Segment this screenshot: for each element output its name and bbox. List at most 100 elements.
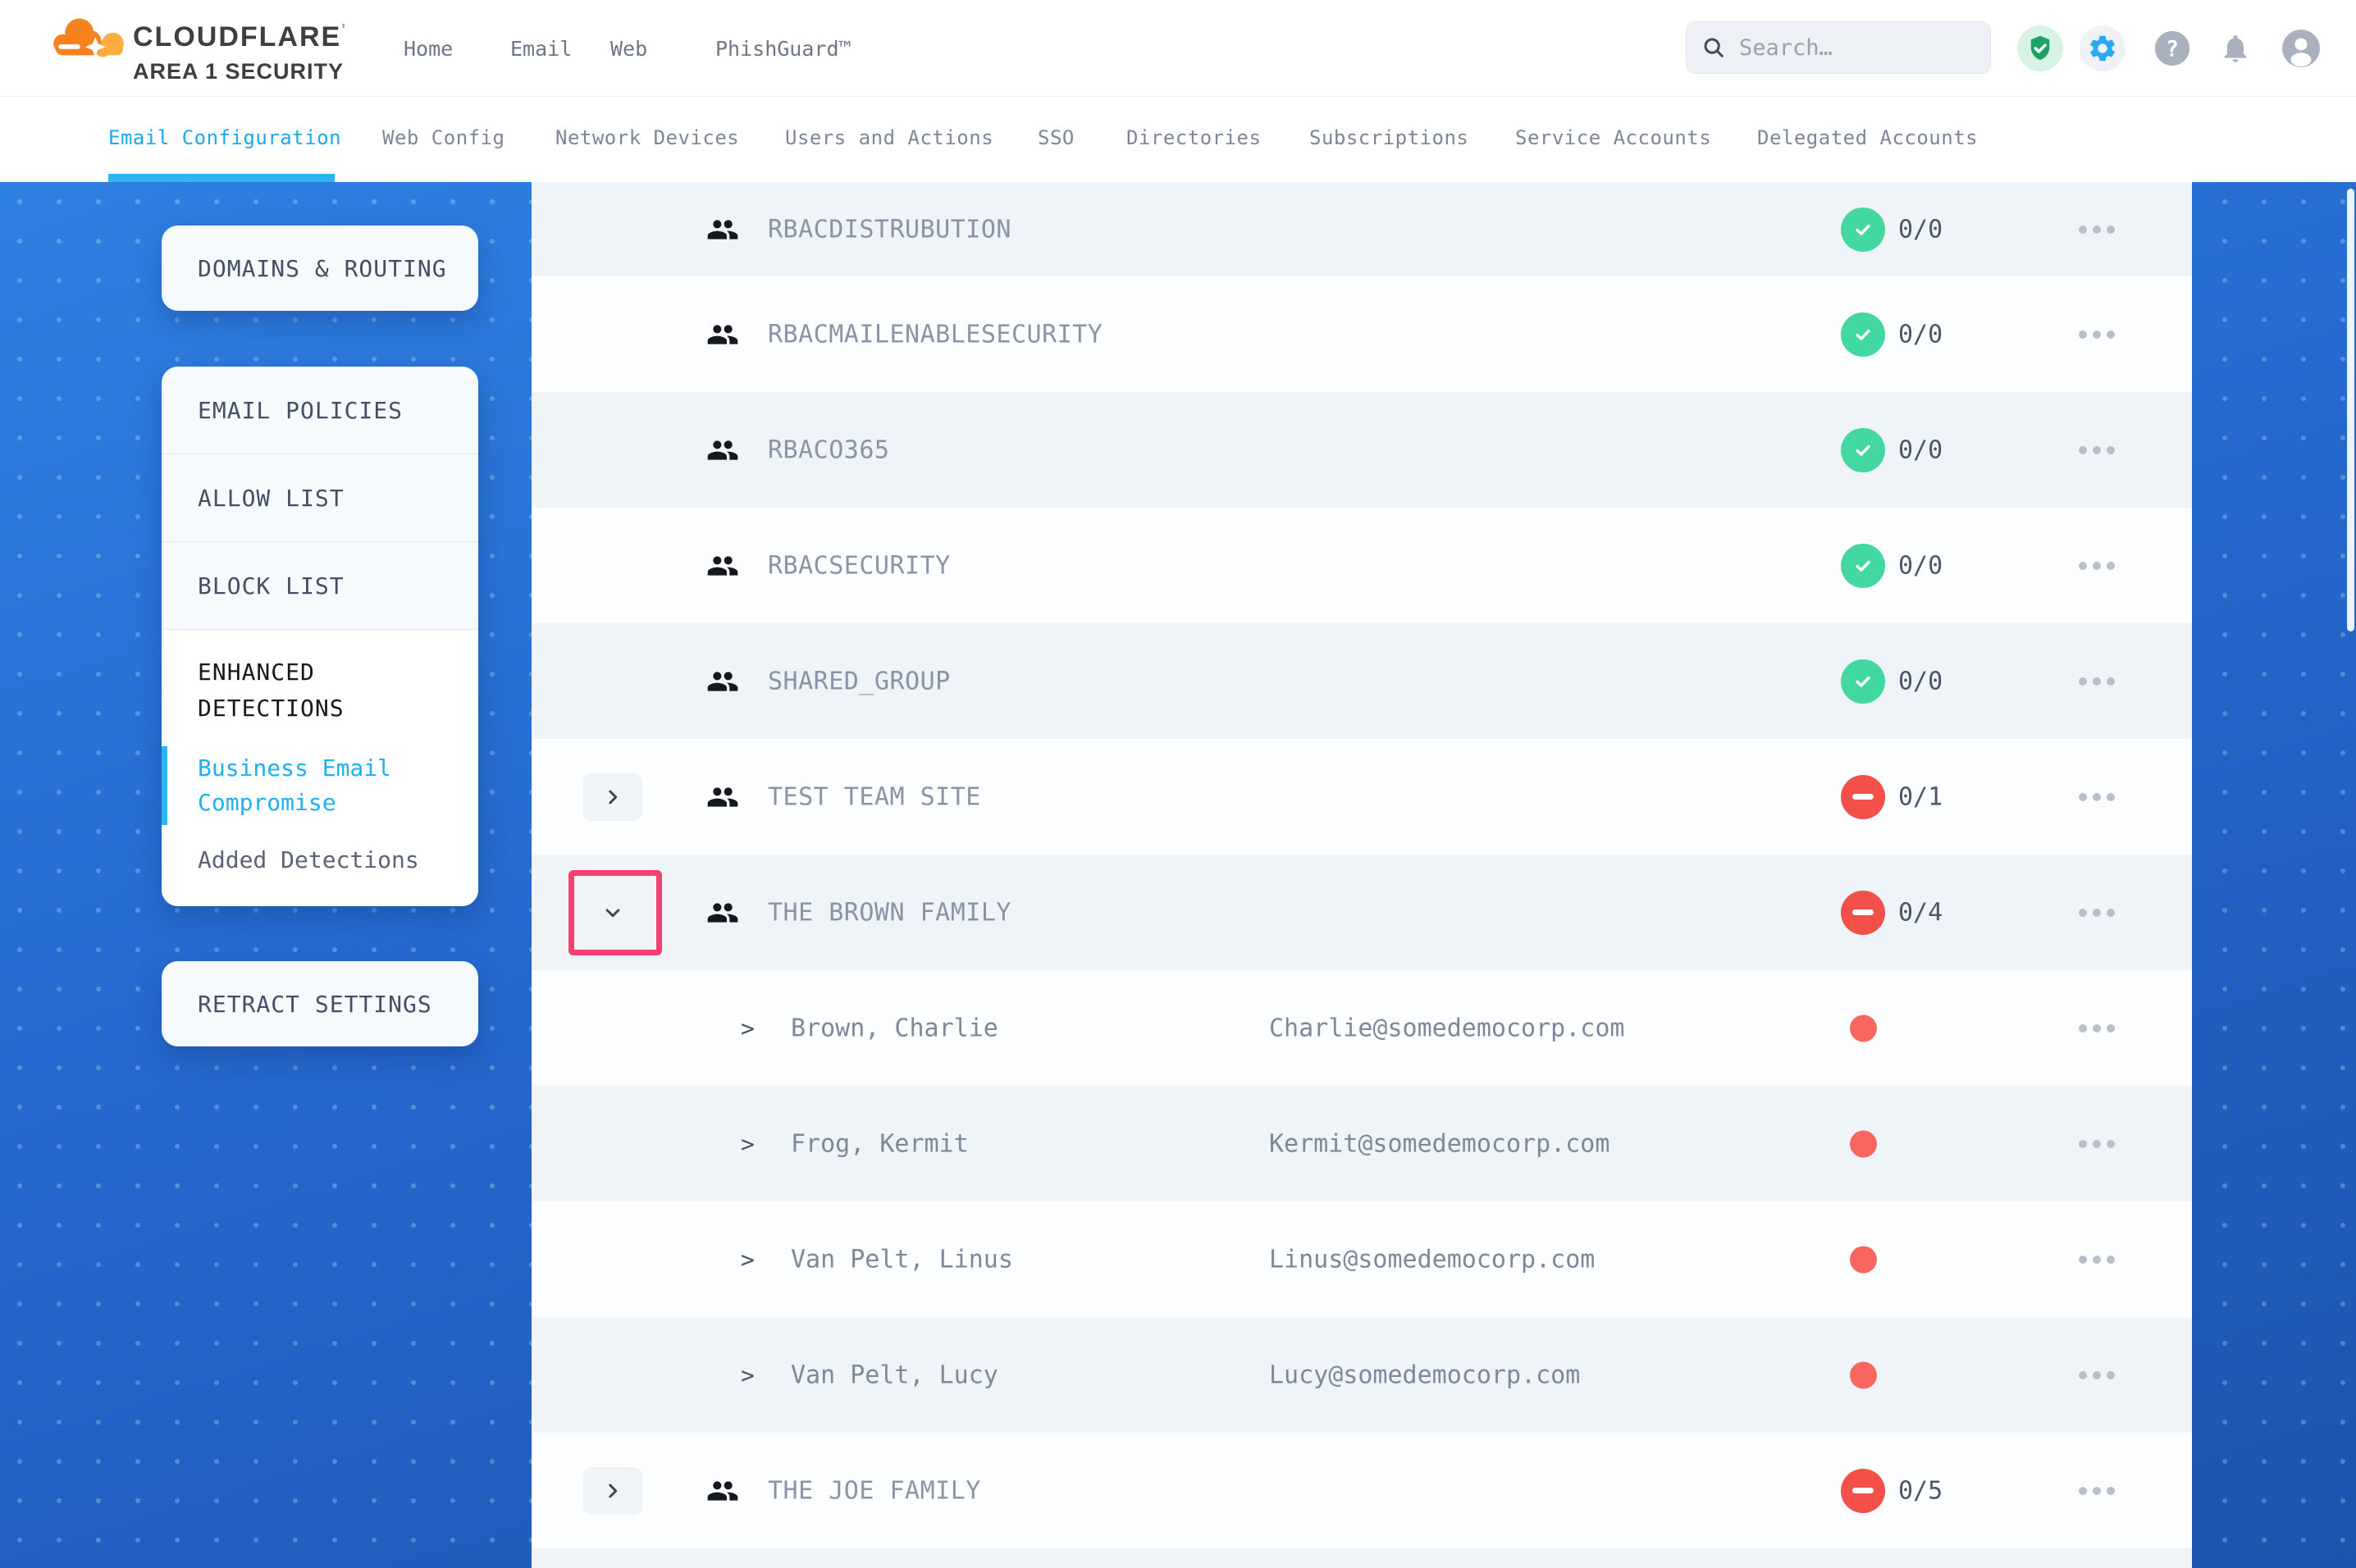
status-blocked-badge xyxy=(1841,1469,1885,1513)
group-people-icon xyxy=(706,896,739,929)
table-row-member: > Van Pelt, Linus Linus@somedemocorp.com xyxy=(532,1201,2192,1317)
brand-subtitle: AREA 1 SECURITY xyxy=(133,59,345,84)
member-count: 0/1 xyxy=(1898,782,1943,811)
status-blocked-badge xyxy=(1841,775,1885,819)
page-background: DOMAINS & ROUTING EMAIL POLICIES ALLOW L… xyxy=(0,182,2356,1568)
table-row-member: > Brown, Charlie Charlie@somedemocorp.co… xyxy=(532,970,2192,1086)
status-blocked-badge xyxy=(1841,891,1885,935)
question-mark-icon: ? xyxy=(2153,30,2191,67)
member-email: Lucy@somedemocorp.com xyxy=(1269,1361,1580,1389)
member-chevron-icon[interactable]: > xyxy=(741,1246,755,1273)
sidebar-item-allow-list[interactable]: ALLOW LIST xyxy=(162,454,478,542)
member-chevron-icon[interactable]: > xyxy=(741,1130,755,1157)
member-status-dot xyxy=(1850,1246,1877,1273)
gear-icon xyxy=(2087,33,2118,64)
scrollbar-thumb[interactable] xyxy=(2347,189,2354,631)
group-people-icon xyxy=(706,213,739,246)
cloudflare-logo[interactable]: CLOUDFLARE' AREA 1 SECURITY xyxy=(48,10,326,89)
sidebar-item-email-policies[interactable]: EMAIL POLICIES xyxy=(162,367,478,454)
group-name: SHARED_GROUP xyxy=(768,667,951,695)
table-row-partial xyxy=(532,1548,2192,1568)
table-row-group: RBACO365 0/0 xyxy=(532,392,2192,508)
status-ok-badge xyxy=(1841,659,1885,704)
row-menu-button[interactable] xyxy=(2079,1256,2115,1264)
member-name: Frog, Kermit xyxy=(791,1129,969,1158)
group-people-icon xyxy=(706,318,739,351)
member-chevron-icon[interactable]: > xyxy=(741,1014,755,1042)
table-row-group: RBACMAILENABLESECURITY 0/0 xyxy=(532,276,2192,392)
tab-subscriptions[interactable]: Subscriptions xyxy=(1309,97,1468,179)
expand-button[interactable] xyxy=(583,1467,642,1515)
topnav-email[interactable]: Email xyxy=(510,0,572,97)
row-menu-button[interactable] xyxy=(2079,1371,2115,1379)
registered-mark: ' xyxy=(341,21,345,39)
member-count: 0/4 xyxy=(1898,898,1943,927)
enhanced-detections-section: ENHANCED DETECTIONS Business Email Compr… xyxy=(162,630,478,906)
account-button[interactable] xyxy=(2278,25,2324,71)
row-menu-button[interactable] xyxy=(2079,677,2115,686)
search-icon xyxy=(1701,35,1726,60)
groups-table-panel: RBACDISTRUBUTION 0/0 RBACMAILENABLESECUR… xyxy=(532,182,2192,1568)
tab-delegated-accounts[interactable]: Delegated Accounts xyxy=(1757,97,1978,179)
row-menu-button[interactable] xyxy=(2079,793,2115,801)
sidebar-item-block-list[interactable]: BLOCK LIST xyxy=(162,542,478,630)
row-menu-button[interactable] xyxy=(2079,226,2115,234)
expand-button[interactable] xyxy=(583,773,642,821)
sidebar-card-domains-routing: DOMAINS & ROUTING xyxy=(162,226,478,311)
config-tabs-bar: Email Configuration Web Config Network D… xyxy=(0,97,2356,182)
tab-service-accounts[interactable]: Service Accounts xyxy=(1515,97,1711,179)
member-status-dot xyxy=(1850,1130,1877,1157)
group-name: RBACO365 xyxy=(768,435,890,464)
help-button[interactable]: ? xyxy=(2149,25,2195,71)
security-status-button[interactable] xyxy=(2017,25,2063,71)
sidebar-item-added-detections[interactable]: Added Detections xyxy=(198,846,454,873)
topnav-phishguard[interactable]: PhishGuard™ xyxy=(715,0,852,97)
member-email: Charlie@somedemocorp.com xyxy=(1269,1014,1624,1042)
table-row-group-collapsible: THE JOE FAMILY 0/5 xyxy=(532,1433,2192,1548)
minus-icon xyxy=(1852,794,1874,800)
sidebar-item-retract-settings[interactable]: RETRACT SETTINGS xyxy=(162,961,478,1046)
group-name: RBACDISTRUBUTION xyxy=(768,215,1011,244)
sidebar-card-retract-settings: RETRACT SETTINGS xyxy=(162,961,478,1046)
member-status-dot xyxy=(1850,1361,1877,1388)
member-count: 0/0 xyxy=(1898,435,1943,464)
member-chevron-icon[interactable]: > xyxy=(741,1361,755,1388)
status-ok-badge xyxy=(1841,428,1885,472)
row-menu-button[interactable] xyxy=(2079,446,2115,454)
group-name: THE BROWN FAMILY xyxy=(768,898,1011,927)
row-menu-button[interactable] xyxy=(2079,1140,2115,1148)
tab-email-configuration[interactable]: Email Configuration xyxy=(108,97,341,179)
search-input[interactable] xyxy=(1739,35,1969,61)
sidebar-item-domains-routing[interactable]: DOMAINS & ROUTING xyxy=(162,226,478,311)
tab-network-devices[interactable]: Network Devices xyxy=(555,97,739,179)
tab-sso[interactable]: SSO xyxy=(1038,97,1075,179)
topnav-web[interactable]: Web xyxy=(610,0,647,97)
topnav-home[interactable]: Home xyxy=(404,0,453,97)
notifications-button[interactable] xyxy=(2212,25,2258,71)
table-row-group: RBACDISTRUBUTION 0/0 xyxy=(532,182,2192,276)
member-email: Linus@somedemocorp.com xyxy=(1269,1245,1595,1274)
member-email: Kermit@somedemocorp.com xyxy=(1269,1129,1609,1158)
tab-directories[interactable]: Directories xyxy=(1126,97,1261,179)
member-count: 0/0 xyxy=(1898,215,1943,244)
status-ok-badge xyxy=(1841,312,1885,357)
svg-text:?: ? xyxy=(2166,37,2179,62)
tab-users-and-actions[interactable]: Users and Actions xyxy=(785,97,993,179)
search-box[interactable] xyxy=(1686,21,1991,74)
row-menu-button[interactable] xyxy=(2079,330,2115,339)
row-menu-button[interactable] xyxy=(2079,562,2115,570)
member-count: 0/5 xyxy=(1898,1476,1943,1505)
tab-web-config[interactable]: Web Config xyxy=(382,97,505,179)
shield-check-icon xyxy=(2025,34,2055,63)
group-people-icon xyxy=(706,781,739,814)
member-status-dot xyxy=(1850,1014,1877,1042)
settings-button[interactable] xyxy=(2080,25,2125,71)
row-menu-button[interactable] xyxy=(2079,1024,2115,1032)
group-people-icon xyxy=(706,1475,739,1507)
group-name: THE JOE FAMILY xyxy=(768,1476,981,1505)
table-row-group-collapsible: TEST TEAM SITE 0/1 xyxy=(532,739,2192,855)
member-count: 0/0 xyxy=(1898,551,1943,580)
row-menu-button[interactable] xyxy=(2079,909,2115,917)
row-menu-button[interactable] xyxy=(2079,1487,2115,1495)
sidebar-item-business-email-compromise[interactable]: Business Email Compromise xyxy=(198,751,444,820)
